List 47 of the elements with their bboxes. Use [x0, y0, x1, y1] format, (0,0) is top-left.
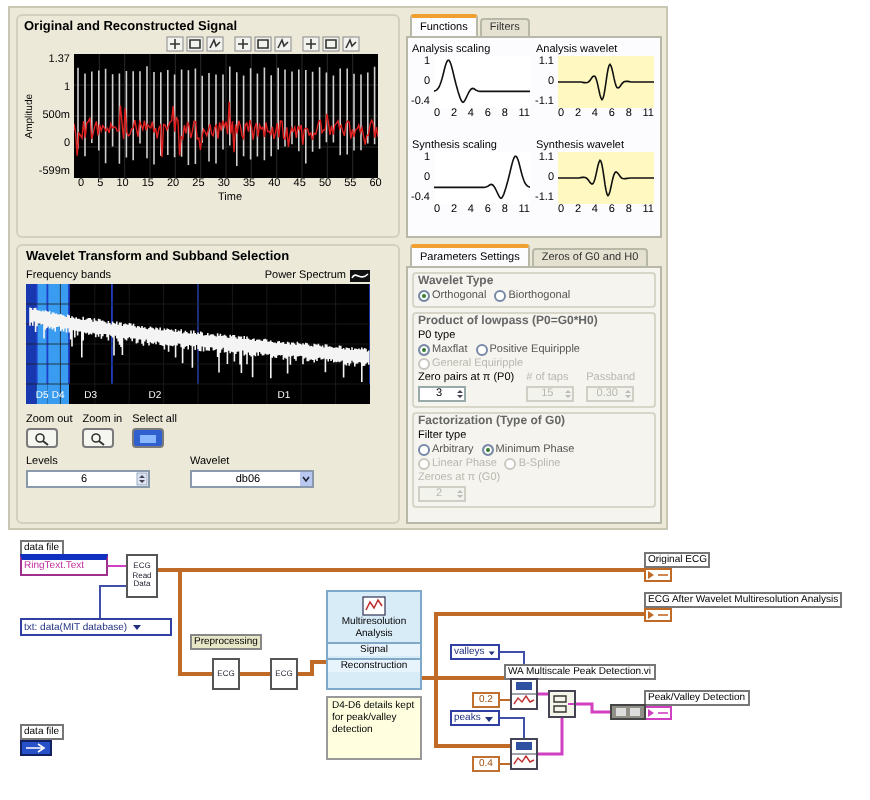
radio-icon[interactable] — [418, 290, 430, 302]
control-terminal-icon[interactable] — [20, 740, 52, 756]
build-array-icon[interactable] — [548, 690, 576, 718]
magnifier-icon — [32, 431, 52, 445]
wire — [499, 763, 511, 765]
graph-tool-icon[interactable] — [254, 36, 272, 52]
waveform-icon[interactable] — [350, 270, 370, 282]
zoom-in-button[interactable] — [82, 428, 115, 448]
wire — [240, 672, 270, 676]
subvi-icon[interactable] — [510, 738, 538, 770]
dropdown-arrow-icon[interactable] — [484, 713, 495, 723]
wire — [576, 702, 610, 714]
indicator-terminal-icon[interactable] — [644, 706, 672, 720]
select-all-button[interactable] — [132, 428, 165, 448]
radio-icon[interactable] — [418, 344, 430, 356]
dropdown-arrow-icon[interactable] — [300, 472, 312, 486]
band-highlight[interactable] — [36, 284, 48, 404]
function-plot — [558, 56, 654, 108]
radio-icon[interactable] — [494, 290, 507, 302]
graph-tool-icon[interactable] — [186, 36, 204, 52]
function-plot — [434, 151, 530, 203]
magnifier-icon — [88, 431, 109, 445]
graph-tool-icon[interactable] — [206, 36, 224, 52]
graph-tool-icon[interactable] — [302, 36, 320, 52]
graph-tool-icon[interactable] — [342, 36, 360, 52]
subvi-icon[interactable] — [510, 678, 538, 710]
function-plot — [558, 151, 654, 203]
spinner-icon[interactable] — [136, 472, 148, 486]
radio-icon[interactable] — [475, 344, 488, 356]
wire — [538, 692, 548, 696]
wire — [99, 585, 127, 619]
spinner-icon[interactable] — [456, 388, 464, 400]
graph-tool-icon[interactable] — [274, 36, 292, 52]
function-plot — [434, 56, 530, 108]
graph-tool-icon[interactable] — [322, 36, 340, 52]
dropdown-arrow-icon[interactable] — [131, 622, 142, 632]
graph-tool-icon[interactable] — [166, 36, 184, 52]
function-icon — [362, 596, 386, 616]
radio-icon[interactable] — [481, 444, 494, 456]
wire — [538, 718, 564, 756]
wire — [298, 660, 326, 676]
highlight-icon — [138, 431, 159, 445]
zoom-out-button[interactable] — [26, 428, 58, 448]
radio-icon[interactable] — [418, 444, 430, 456]
bundle-icon[interactable] — [610, 704, 646, 720]
dropdown-arrow-icon[interactable] — [488, 647, 496, 657]
graph-tool-icon[interactable] — [234, 36, 252, 52]
